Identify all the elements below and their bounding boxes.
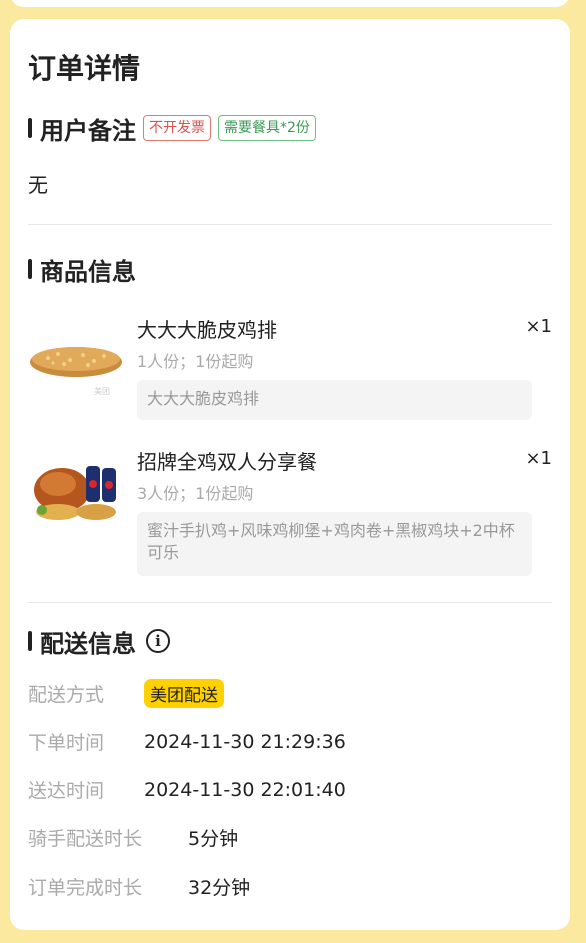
- delivery-method-badge: 美团配送: [144, 679, 224, 708]
- product-section-title: 商品信息: [40, 257, 136, 286]
- section-marker: [28, 118, 32, 138]
- delivered-time-value: 2024-11-30 22:01:40: [144, 778, 346, 801]
- product-section-header: 商品信息: [28, 252, 136, 286]
- product-name: 招牌全鸡双人分享餐: [137, 450, 317, 474]
- delivered-time-row: 送达时间 2024-11-30 22:01:40: [28, 776, 346, 803]
- order-time-value: 2024-11-30 21:29:36: [144, 730, 346, 753]
- product-description: 蜜汁手扒鸡+风味鸡柳堡+鸡肉卷+黑椒鸡块+2中杯可乐: [137, 512, 532, 576]
- product-meta: 3人份；1份起购: [137, 484, 254, 503]
- product-meta: 1人份；1份起购: [137, 352, 254, 371]
- product-item[interactable]: 招牌全鸡双人分享餐 ×1 3人份；1份起购 蜜汁手扒鸡+风味鸡柳堡+鸡肉卷+黑椒…: [28, 446, 552, 578]
- product-quantity: ×1: [525, 448, 552, 469]
- order-detail-card: 订单详情 用户备注 不开发票 需要餐具*2份 无 商品信息 美团 大大大脆皮鸡排…: [10, 19, 570, 930]
- row-label: 订单完成时长: [28, 877, 143, 899]
- section-marker: [28, 631, 32, 651]
- product-item[interactable]: 美团 大大大脆皮鸡排 ×1 1人份；1份起购 大大大脆皮鸡排: [28, 314, 552, 424]
- tableware-tag: 需要餐具*2份: [218, 115, 316, 141]
- divider: [28, 602, 552, 603]
- delivery-section-header: 配送信息 i: [28, 624, 170, 658]
- page-title: 订单详情: [28, 52, 141, 85]
- product-quantity: ×1: [525, 316, 552, 337]
- order-duration-value: 32分钟: [188, 877, 251, 899]
- rider-duration-value: 5分钟: [188, 828, 239, 850]
- remark-note: 无: [28, 173, 48, 197]
- row-label: 送达时间: [28, 780, 105, 802]
- crispy-chicken-cutlet-image: 美团: [28, 314, 124, 396]
- svg-text:美团: 美团: [94, 386, 110, 396]
- row-label: 配送方式: [28, 684, 105, 706]
- delivery-method-row: 配送方式 美团配送: [28, 679, 224, 708]
- whole-chicken-meal-image: [28, 446, 124, 528]
- previous-card-edge: [10, 0, 570, 7]
- delivery-section-title: 配送信息: [40, 629, 136, 658]
- order-time-row: 下单时间 2024-11-30 21:29:36: [28, 728, 346, 755]
- remark-section-header: 用户备注 不开发票 需要餐具*2份: [28, 111, 316, 145]
- rider-duration-row: 骑手配送时长 5分钟: [28, 824, 238, 851]
- row-label: 下单时间: [28, 732, 105, 754]
- product-description: 大大大脆皮鸡排: [137, 380, 532, 420]
- remark-section-title: 用户备注: [40, 116, 136, 145]
- row-label: 骑手配送时长: [28, 828, 143, 850]
- no-invoice-tag: 不开发票: [143, 115, 211, 141]
- product-name: 大大大脆皮鸡排: [137, 318, 277, 342]
- divider: [28, 224, 552, 225]
- info-icon[interactable]: i: [146, 629, 170, 653]
- section-marker: [28, 259, 32, 279]
- order-duration-row: 订单完成时长 32分钟: [28, 873, 250, 900]
